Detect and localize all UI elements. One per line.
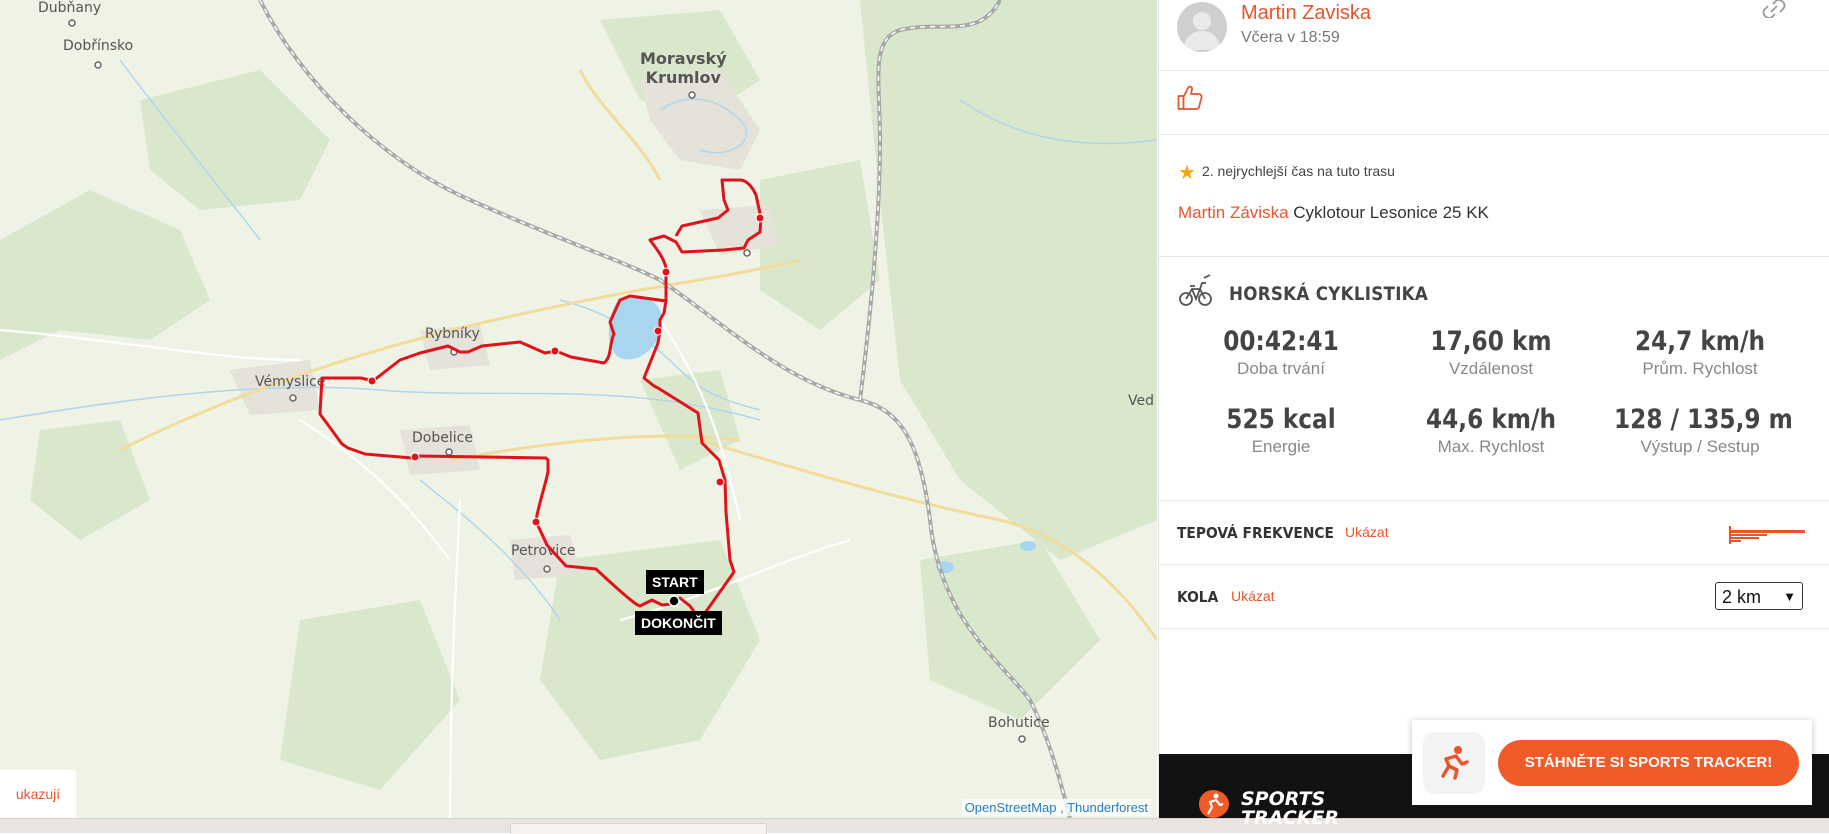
laps-show-link[interactable]: Ukázat	[1231, 588, 1275, 604]
heart-rate-label: TEPOVÁ FREKVENCE	[1177, 524, 1334, 542]
stat-label: Výstup / Sestup	[1640, 437, 1760, 456]
stat-ascent-descent: 128 / 135,9 m Výstup / Sestup	[1600, 404, 1800, 457]
achievement: ★ 2. nejrychlejší čas na tuto trasu	[1178, 160, 1395, 185]
stat-value: 17,60 km	[1430, 326, 1552, 357]
stat-value: 00:42:41	[1223, 326, 1339, 357]
stat-value: 24,7 km/h	[1634, 326, 1766, 357]
lap-distance-select[interactable]: 2 km ▼	[1715, 582, 1803, 610]
route-name[interactable]: Cyklotour Lesonice 25 KK	[1293, 203, 1489, 222]
heart-rate-show-link[interactable]: Ukázat	[1345, 524, 1389, 540]
finish-label: DOKONČIT	[635, 611, 722, 635]
map-show-button[interactable]: ukazují	[0, 770, 76, 818]
stat-avg-speed: 24,7 km/h Prům. Rychlost	[1600, 326, 1800, 379]
app-promo: STÁHNĚTE SI SPORTS TRACKER!	[1412, 720, 1812, 805]
route-line: Martin Záviska Cyklotour Lesonice 25 KK	[1178, 203, 1489, 223]
link-icon[interactable]	[1762, 0, 1786, 23]
like-icon[interactable]	[1177, 84, 1203, 117]
start-label: START	[646, 570, 704, 594]
mountain-bike-icon	[1178, 274, 1214, 315]
user-name[interactable]: Martin Zaviska	[1241, 2, 1371, 25]
laps-row: KOLA Ukázat 2 km ▼	[1159, 564, 1829, 629]
star-icon: ★	[1178, 162, 1196, 184]
browser-bottom-strip	[0, 818, 1829, 834]
stat-value: 128 / 135,9 m	[1614, 404, 1793, 435]
start-finish-point	[668, 595, 680, 607]
app-icon	[1423, 732, 1485, 794]
activity-time: Včera v 18:59	[1241, 29, 1340, 46]
route-user-link[interactable]: Martin Záviska	[1178, 203, 1289, 222]
activity-type: HORSKÁ CYKLISTIKA	[1229, 283, 1429, 305]
stat-label: Prům. Rychlost	[1642, 359, 1758, 378]
heart-rate-zones-icon	[1729, 526, 1807, 549]
stat-label: Energie	[1251, 437, 1311, 456]
stat-value: 525 kcal	[1226, 404, 1336, 435]
stat-distance: 17,60 km Vzdálenost	[1391, 326, 1591, 379]
lap-distance-value: 2 km	[1722, 587, 1762, 607]
bottom-tab[interactable]	[510, 823, 767, 834]
stat-value: 44,6 km/h	[1425, 404, 1557, 435]
stat-duration: 00:42:41 Doba trvání	[1181, 326, 1381, 379]
chevron-down-icon: ▼	[1783, 589, 1796, 604]
laps-label: KOLA	[1177, 588, 1219, 606]
activity-panel: Martin Zaviska Včera v 18:59 ★ 2. nejrych…	[1158, 0, 1829, 828]
map-attribution[interactable]: OpenStreetMap , Thunderforest	[961, 799, 1151, 816]
route-info: ★ 2. nejrychlejší čas na tuto trasu Marti…	[1159, 134, 1829, 257]
activity-stats: HORSKÁ CYKLISTIKA 00:42:41 Doba trvání 1…	[1159, 256, 1829, 501]
stat-label: Vzdálenost	[1448, 359, 1534, 378]
like-row	[1159, 70, 1829, 135]
route-track	[318, 178, 765, 622]
sports-tracker-logo-text: SPORTS TRACKER	[1241, 788, 1339, 829]
stat-label: Max. Rychlost	[1437, 437, 1545, 456]
download-app-button[interactable]: STÁHNĚTE SI SPORTS TRACKER!	[1498, 740, 1799, 786]
stat-label: Doba trvání	[1237, 359, 1325, 378]
stat-max-speed: 44,6 km/h Max. Rychlost	[1391, 404, 1591, 457]
heart-rate-row: TEPOVÁ FREKVENCE Ukázat	[1159, 500, 1829, 565]
stat-energy: 525 kcal Energie	[1181, 404, 1381, 457]
achievement-text: 2. nejrychlejší čas na tuto trasu	[1201, 163, 1395, 179]
user-header: Martin Zaviska Včera v 18:59	[1159, 0, 1829, 71]
sports-tracker-logo-icon	[1199, 790, 1233, 823]
route-map[interactable]: Dubňany Dobřínsko Moravský Krumlov Rybní…	[0, 0, 1157, 818]
avatar[interactable]	[1177, 2, 1227, 52]
